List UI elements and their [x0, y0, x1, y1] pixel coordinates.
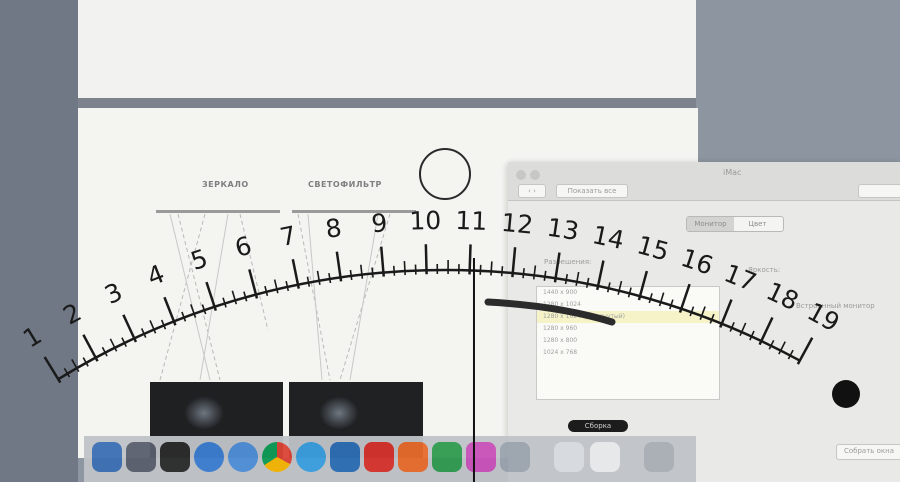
dial-minor-tick	[564, 273, 569, 285]
dial-label: 9	[370, 208, 388, 238]
dial-label: 7	[277, 220, 298, 252]
dial-label: 19	[803, 297, 845, 338]
dial-minor-tick	[532, 265, 537, 280]
dial-label: 14	[590, 220, 627, 255]
dial-major-tick	[678, 283, 691, 313]
dial-label: 17	[720, 258, 760, 297]
dial-minor-tick	[522, 268, 525, 279]
dial-label: 16	[677, 243, 716, 281]
dial-minor-tick	[403, 261, 406, 276]
dial-minor-tick	[328, 272, 332, 284]
dial-label: 11	[455, 206, 488, 236]
dial-label: 13	[545, 213, 581, 246]
dial-label: 18	[762, 276, 803, 316]
dial-major-tick	[163, 296, 177, 326]
dial-minor-tick	[500, 266, 504, 277]
dial-minor-tick	[490, 261, 493, 276]
dial-minor-tick	[543, 270, 547, 281]
dial-minor-tick	[306, 276, 311, 287]
dial-minor-tick	[285, 280, 290, 292]
dial-label: 12	[500, 208, 534, 240]
dial-minor-tick	[392, 265, 396, 276]
dial-major-tick	[82, 334, 99, 362]
dial-minor-tick	[316, 270, 321, 285]
dial-minor-tick	[273, 279, 279, 294]
needle-band	[484, 298, 616, 326]
dial-major-tick	[468, 244, 472, 275]
dial-label: 6	[232, 231, 255, 263]
dial-label: 8	[324, 213, 344, 244]
dial-major-tick	[122, 314, 138, 343]
dial-label: 4	[143, 259, 168, 292]
dial-minor-tick	[371, 267, 374, 278]
dial-major-tick	[719, 299, 733, 328]
dial-minor-tick	[606, 282, 611, 293]
dial-label: 15	[634, 230, 672, 266]
dial-major-tick	[758, 316, 774, 346]
dial-minor-tick	[585, 277, 590, 288]
dial-major-tick	[205, 281, 217, 311]
dial-major-tick	[424, 244, 428, 275]
meter-dial: 1234 5 6 7 8 9 10 11 12 13 14 15 16 17 1819	[18, 206, 844, 482]
dial-minor-tick	[360, 264, 364, 279]
dial-minor-tick	[349, 269, 353, 281]
dial-label: 1	[18, 320, 47, 353]
dial-minor-tick	[617, 280, 623, 295]
dial-label: 2	[58, 297, 86, 330]
dial-major-tick	[796, 337, 814, 365]
dial-minor-tick	[575, 271, 580, 286]
dial-label: 10	[409, 206, 442, 236]
dial-label: 3	[100, 277, 127, 310]
dial-label: 5	[187, 243, 211, 276]
dial-labels: 1234 5 6 7 8 9 10 11 12 13 14 15 16 17 1819	[18, 206, 844, 354]
dial-major-tick	[43, 356, 62, 384]
